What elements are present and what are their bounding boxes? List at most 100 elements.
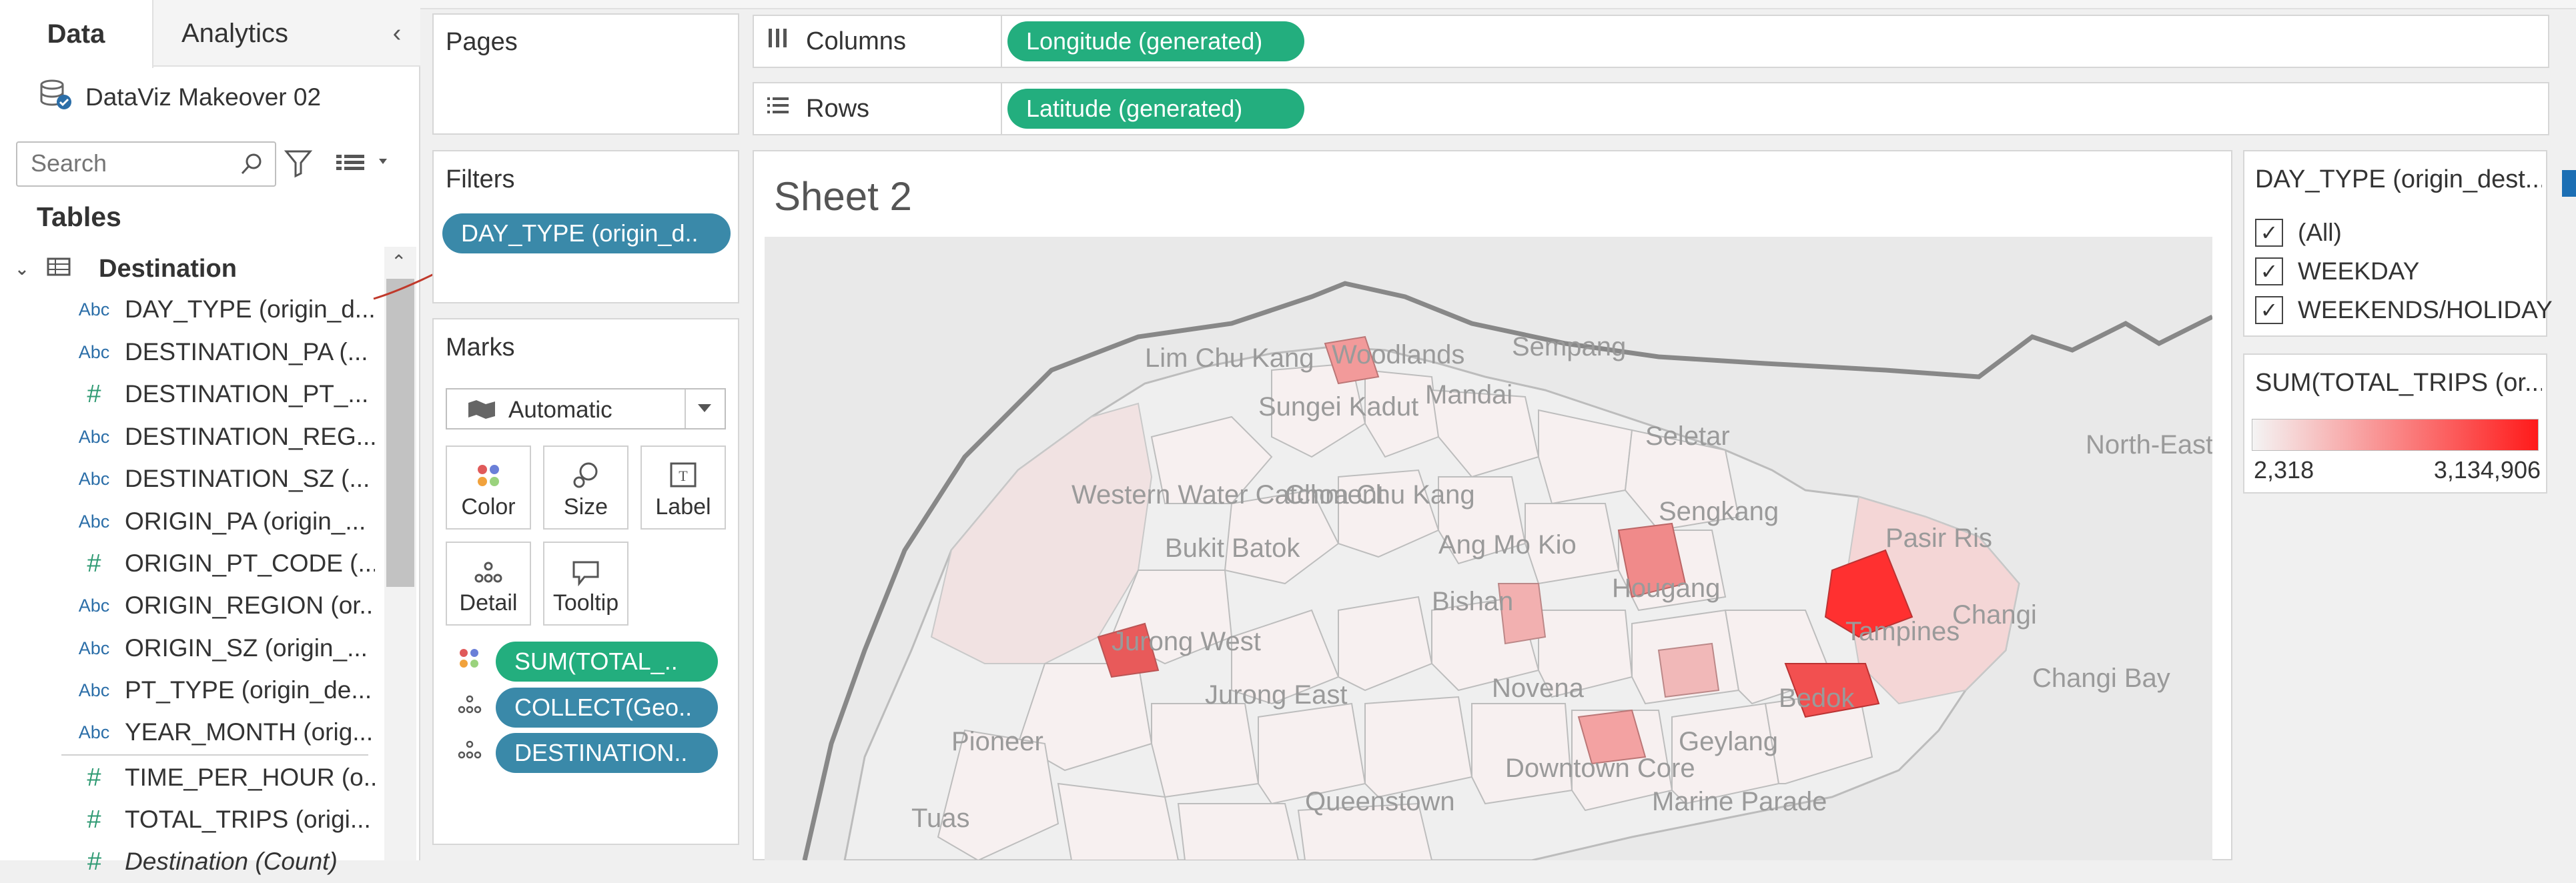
field-row[interactable]: Abc ORIGIN_SZ (origin_... <box>0 627 380 670</box>
field-row[interactable]: # ORIGIN_PT_CODE (... <box>0 542 380 585</box>
tooltip-icon <box>572 561 599 586</box>
filter-option-all[interactable]: ✓ (All) <box>2255 213 2342 252</box>
place-label: Choa Chu Kang <box>1285 480 1475 510</box>
detail-button[interactable]: Detail <box>446 542 531 626</box>
place-label: Tampines <box>1845 617 1960 646</box>
place-label: Pasir Ris <box>1885 524 1992 553</box>
field-row[interactable]: Abc DESTINATION_REG... <box>0 415 380 458</box>
marks-label: Marks <box>446 333 515 361</box>
place-label: Sengkang <box>1659 497 1779 526</box>
place-label: Tuas <box>911 804 969 833</box>
datasource-row[interactable]: DataViz Makeover 02 <box>0 71 420 124</box>
place-label: Downtown Core <box>1505 754 1695 783</box>
columns-icon <box>766 26 790 57</box>
place-label: Queenstown <box>1305 787 1455 816</box>
color-legend-max: 3,134,906 <box>2433 456 2541 484</box>
dropdown-arrow-icon[interactable] <box>685 389 725 428</box>
collapse-pane-icon[interactable]: ‹ <box>384 20 410 47</box>
field-row[interactable]: Abc ORIGIN_REGION (or... <box>0 584 380 627</box>
pages-label: Pages <box>446 28 518 56</box>
checkbox-checked-icon[interactable]: ✓ <box>2255 257 2283 285</box>
place-label: Novena <box>1492 674 1585 703</box>
checkbox-checked-icon[interactable]: ✓ <box>2255 219 2283 247</box>
color-legend-min: 2,318 <box>2254 456 2314 484</box>
string-type-icon: Abc <box>78 341 110 362</box>
detail-icon <box>474 562 502 583</box>
place-label: Pioneer <box>951 727 1043 756</box>
place-label: North-Eastern Islands <box>2086 430 2212 460</box>
marks-pill-destination[interactable]: DESTINATION.. <box>496 733 718 773</box>
field-row[interactable]: # DESTINATION_PT_... <box>0 373 380 415</box>
string-type-icon: Abc <box>78 426 110 447</box>
detail-encoding-icon <box>458 694 482 718</box>
field-search[interactable] <box>16 141 276 187</box>
field-row[interactable]: Abc ORIGIN_PA (origin_... <box>0 500 380 543</box>
label-icon: T <box>670 462 697 488</box>
tab-data[interactable]: Data <box>0 0 153 68</box>
search-icon[interactable] <box>239 151 266 181</box>
rows-pill-latitude[interactable]: Latitude (generated) <box>1007 89 1304 129</box>
columns-shelf-label: Columns <box>753 15 1002 68</box>
field-row[interactable]: # TIME_PER_HOUR (o... <box>0 756 380 799</box>
checkbox-checked-icon[interactable]: ✓ <box>2255 296 2283 324</box>
color-icon <box>478 465 499 486</box>
place-label: Lim Chu Kang <box>1145 343 1314 373</box>
view-options-icon[interactable] <box>335 149 395 179</box>
field-row[interactable]: Abc DAY_TYPE (origin_d... <box>0 288 380 331</box>
filter-pill-day-type[interactable]: DAY_TYPE (origin_d.. <box>442 213 731 253</box>
tooltip-button[interactable]: Tooltip <box>543 542 628 626</box>
scrollbar-thumb[interactable] <box>386 279 414 587</box>
place-label: Woodlands <box>1332 340 1464 369</box>
field-row[interactable]: Abc YEAR_MONTH (orig... <box>0 711 380 754</box>
size-button[interactable]: Size <box>543 446 628 530</box>
number-type-icon: # <box>87 847 101 876</box>
field-row[interactable]: Abc DESTINATION_SZ (... <box>0 458 380 500</box>
place-label: Mandai <box>1425 380 1513 409</box>
color-legend-title: SUM(TOTAL_TRIPS (or... <box>2255 369 2542 397</box>
field-row[interactable]: # Destination (Count) <box>0 840 380 883</box>
string-type-icon: Abc <box>78 511 110 532</box>
field-row[interactable]: Abc DESTINATION_PA (... <box>0 331 380 373</box>
detail-encoding-icon <box>458 739 482 764</box>
field-row[interactable]: Abc PT_TYPE (origin_de... <box>0 669 380 712</box>
string-type-icon: Abc <box>78 595 110 616</box>
filter-card-title: DAY_TYPE (origin_dest... <box>2255 165 2542 193</box>
table-icon <box>47 255 71 283</box>
field-row[interactable]: # TOTAL_TRIPS (origi... <box>0 798 380 841</box>
marks-pill-collect-geometry[interactable]: COLLECT(Geo.. <box>496 688 718 728</box>
place-label: Bedok <box>1779 684 1855 713</box>
string-type-icon: Abc <box>78 722 110 742</box>
tab-analytics[interactable]: Analytics <box>155 0 315 67</box>
place-label: Ang Mo Kio <box>1438 530 1577 560</box>
filter-fields-icon[interactable] <box>284 148 313 182</box>
place-label: Jurong West <box>1112 627 1261 656</box>
color-encoding-icon <box>458 647 480 673</box>
database-icon <box>39 79 73 117</box>
sheet-title: Sheet 2 <box>774 174 912 219</box>
tables-heading: Tables <box>37 201 121 232</box>
map-view[interactable]: Lim Chu Kang Woodlands Sempang Sungei Ka… <box>765 237 2212 860</box>
filters-label: Filters <box>446 165 515 193</box>
filter-option-weekends-holiday[interactable]: ✓ WEEKENDS/HOLIDAY <box>2255 291 2553 329</box>
search-input[interactable] <box>29 143 246 184</box>
color-button[interactable]: Color <box>446 446 531 530</box>
label-button[interactable]: T Label <box>640 446 726 530</box>
table-destination[interactable]: ⌄ Destination <box>0 250 380 287</box>
place-label: Bukit Batok <box>1165 534 1300 563</box>
chevron-down-icon[interactable]: ⌄ <box>15 259 35 279</box>
string-type-icon: Abc <box>78 638 110 658</box>
columns-pill-longitude[interactable]: Longitude (generated) <box>1007 21 1304 61</box>
place-label: Sempang <box>1512 332 1626 361</box>
datasource-name: DataViz Makeover 02 <box>85 83 322 111</box>
toolbar-strip <box>420 0 2576 9</box>
number-type-icon: # <box>87 805 101 834</box>
rows-shelf-label: Rows <box>753 82 1002 135</box>
place-label: Hougang <box>1612 574 1720 603</box>
filter-option-weekday[interactable]: ✓ WEEKDAY <box>2255 252 2419 291</box>
marks-pill-sum-total-trips[interactable]: SUM(TOTAL_.. <box>496 642 718 682</box>
place-label: Seletar <box>1645 421 1730 451</box>
place-label: Changi <box>1952 600 2037 630</box>
string-type-icon: Abc <box>78 680 110 700</box>
svg-text:T: T <box>679 468 688 484</box>
mark-type-dropdown[interactable]: Automatic <box>446 388 726 429</box>
